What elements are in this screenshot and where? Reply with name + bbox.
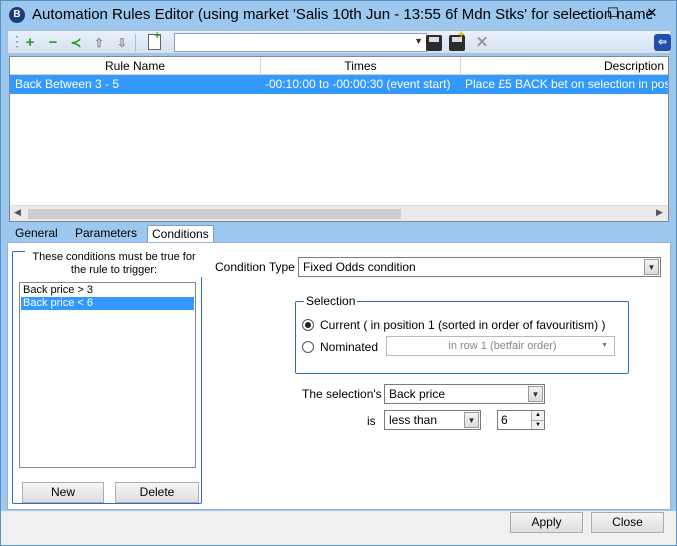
save-as-icon[interactable]: + — [449, 29, 465, 51]
close-button[interactable]: Close — [591, 512, 664, 533]
nominated-label: Nominated — [320, 340, 379, 354]
tab-parameters[interactable]: Parameters — [71, 225, 141, 242]
cell-times: -00:10:00 to -00:00:30 (event start) — [265, 77, 451, 91]
conditions-panel: These conditions must be true for the ru… — [7, 242, 671, 510]
chevron-down-icon: ▼ — [528, 386, 543, 402]
operator-value: less than — [389, 413, 438, 427]
stepper-down-icon[interactable]: ▼ — [531, 420, 544, 429]
chevron-down-icon: ▼ — [414, 36, 423, 46]
column-header-description[interactable]: Description — [461, 57, 668, 75]
cell-description: Place £5 BACK bet on selection in positi… — [465, 77, 668, 91]
scroll-left-icon[interactable]: ◀ — [14, 207, 21, 218]
selection-field-value: Back price — [389, 387, 446, 401]
column-header-rule-name[interactable]: Rule Name — [10, 57, 261, 75]
toolbar-separator — [135, 34, 136, 52]
add-icon[interactable]: + — [21, 34, 39, 52]
scrollbar-thumb[interactable] — [28, 209, 401, 219]
minimize-button[interactable]: – — [571, 4, 593, 22]
move-down-icon[interactable]: ⇩ — [113, 34, 131, 52]
apply-button[interactable]: Apply — [510, 512, 583, 533]
condition-type-label: Condition Type — [215, 260, 295, 274]
move-up-icon[interactable]: ⇧ — [90, 34, 108, 52]
conditions-legend: These conditions must be true for the ru… — [25, 251, 203, 277]
nominated-select[interactable]: in row 1 (betfair order) ▼ — [386, 336, 615, 356]
operator-label: is — [367, 414, 376, 428]
rules-grid: Rule Name Times Description Back Between… — [9, 56, 669, 222]
new-file-icon[interactable]: + — [148, 30, 161, 50]
tab-conditions[interactable]: Conditions — [147, 225, 214, 242]
delete-icon[interactable]: ✕ — [473, 34, 491, 52]
value-stepper-value: 6 — [501, 413, 508, 427]
scroll-right-icon[interactable]: ▶ — [656, 207, 663, 218]
operator-select[interactable]: less than ▼ — [384, 410, 481, 430]
remove-icon[interactable]: − — [44, 34, 62, 52]
selection-field-label: The selection's — [302, 387, 382, 401]
save-icon[interactable] — [426, 35, 442, 51]
cell-rule-name: Back Between 3 - 5 — [15, 77, 120, 91]
list-item[interactable]: Back price < 6 — [21, 297, 194, 310]
window-title: Automation Rules Editor (using market 'S… — [32, 6, 652, 23]
selection-group: Selection Current ( in position 1 (sorte… — [295, 294, 629, 374]
delete-condition-button[interactable]: Delete — [115, 482, 199, 503]
tab-strip: General Parameters Conditions — [7, 224, 671, 242]
maximize-button[interactable]: ☐ — [602, 4, 624, 22]
selection-field-select[interactable]: Back price ▼ — [384, 384, 545, 404]
footer-bar: Apply Close — [1, 511, 676, 545]
conditions-list[interactable]: Back price > 3 Back price < 6 — [19, 282, 196, 468]
current-radio[interactable] — [302, 319, 314, 331]
chevron-down-icon: ▼ — [644, 259, 659, 275]
exit-icon[interactable]: ⇦ — [654, 34, 671, 51]
nominated-radio[interactable] — [302, 341, 314, 353]
share-icon[interactable]: ≺ — [67, 34, 85, 52]
condition-type-value: Fixed Odds condition — [303, 260, 416, 274]
title-bar[interactable]: B Automation Rules Editor (using market … — [1, 1, 676, 29]
chevron-down-icon: ▼ — [464, 412, 479, 428]
stepper-up-icon[interactable]: ▲ — [531, 411, 544, 420]
toolbar: ⋮ + − ≺ ⇧ ⇩ + ▼ + ✕ ⇦ — [7, 29, 671, 54]
selection-legend: Selection — [304, 294, 358, 308]
new-condition-button[interactable]: New — [22, 482, 104, 503]
app-logo-icon: B — [9, 7, 25, 23]
nominated-value: in row 1 (betfair order) — [448, 340, 557, 352]
chevron-down-icon: ▼ — [601, 342, 608, 349]
table-row[interactable]: Back Between 3 - 5 -00:10:00 to -00:00:3… — [10, 75, 668, 94]
current-label: Current ( in position 1 (sorted in order… — [320, 318, 606, 332]
conditions-group: These conditions must be true for the ru… — [12, 251, 203, 504]
rules-editor-window: B Automation Rules Editor (using market … — [0, 0, 677, 546]
horizontal-scrollbar[interactable]: ◀ ▶ — [10, 205, 668, 221]
list-item[interactable]: Back price > 3 — [21, 284, 194, 297]
tab-general[interactable]: General — [11, 225, 62, 242]
close-window-button[interactable]: ✕ — [641, 4, 663, 22]
toolbar-combo[interactable]: ▼ — [174, 33, 427, 52]
value-stepper[interactable]: 6 ▲ ▼ — [497, 410, 545, 430]
condition-type-select[interactable]: Fixed Odds condition ▼ — [298, 257, 661, 277]
column-header-times[interactable]: Times — [261, 57, 461, 75]
